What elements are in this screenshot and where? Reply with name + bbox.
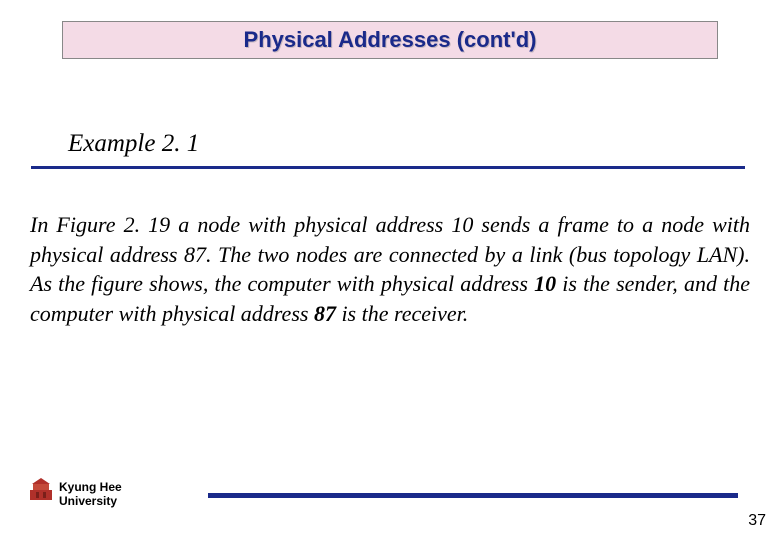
body-paragraph: In Figure 2. 19 a node with physical add…	[30, 210, 750, 329]
footer-bar	[208, 493, 738, 498]
footer-institution: Kyung Hee University	[59, 481, 122, 509]
divider-line	[31, 166, 745, 169]
page-number: 37	[748, 512, 766, 530]
body-part3: is the receiver.	[336, 301, 468, 326]
footer-line2: University	[59, 494, 117, 508]
body-bold-10: 10	[534, 271, 556, 296]
university-logo-icon	[28, 476, 54, 502]
footer-line1: Kyung Hee	[59, 480, 122, 494]
body-bold-87: 87	[314, 301, 336, 326]
slide-title: Physical Addresses (cont'd)	[244, 27, 537, 53]
title-bar: Physical Addresses (cont'd)	[62, 21, 718, 59]
example-label: Example 2. 1	[68, 130, 199, 158]
